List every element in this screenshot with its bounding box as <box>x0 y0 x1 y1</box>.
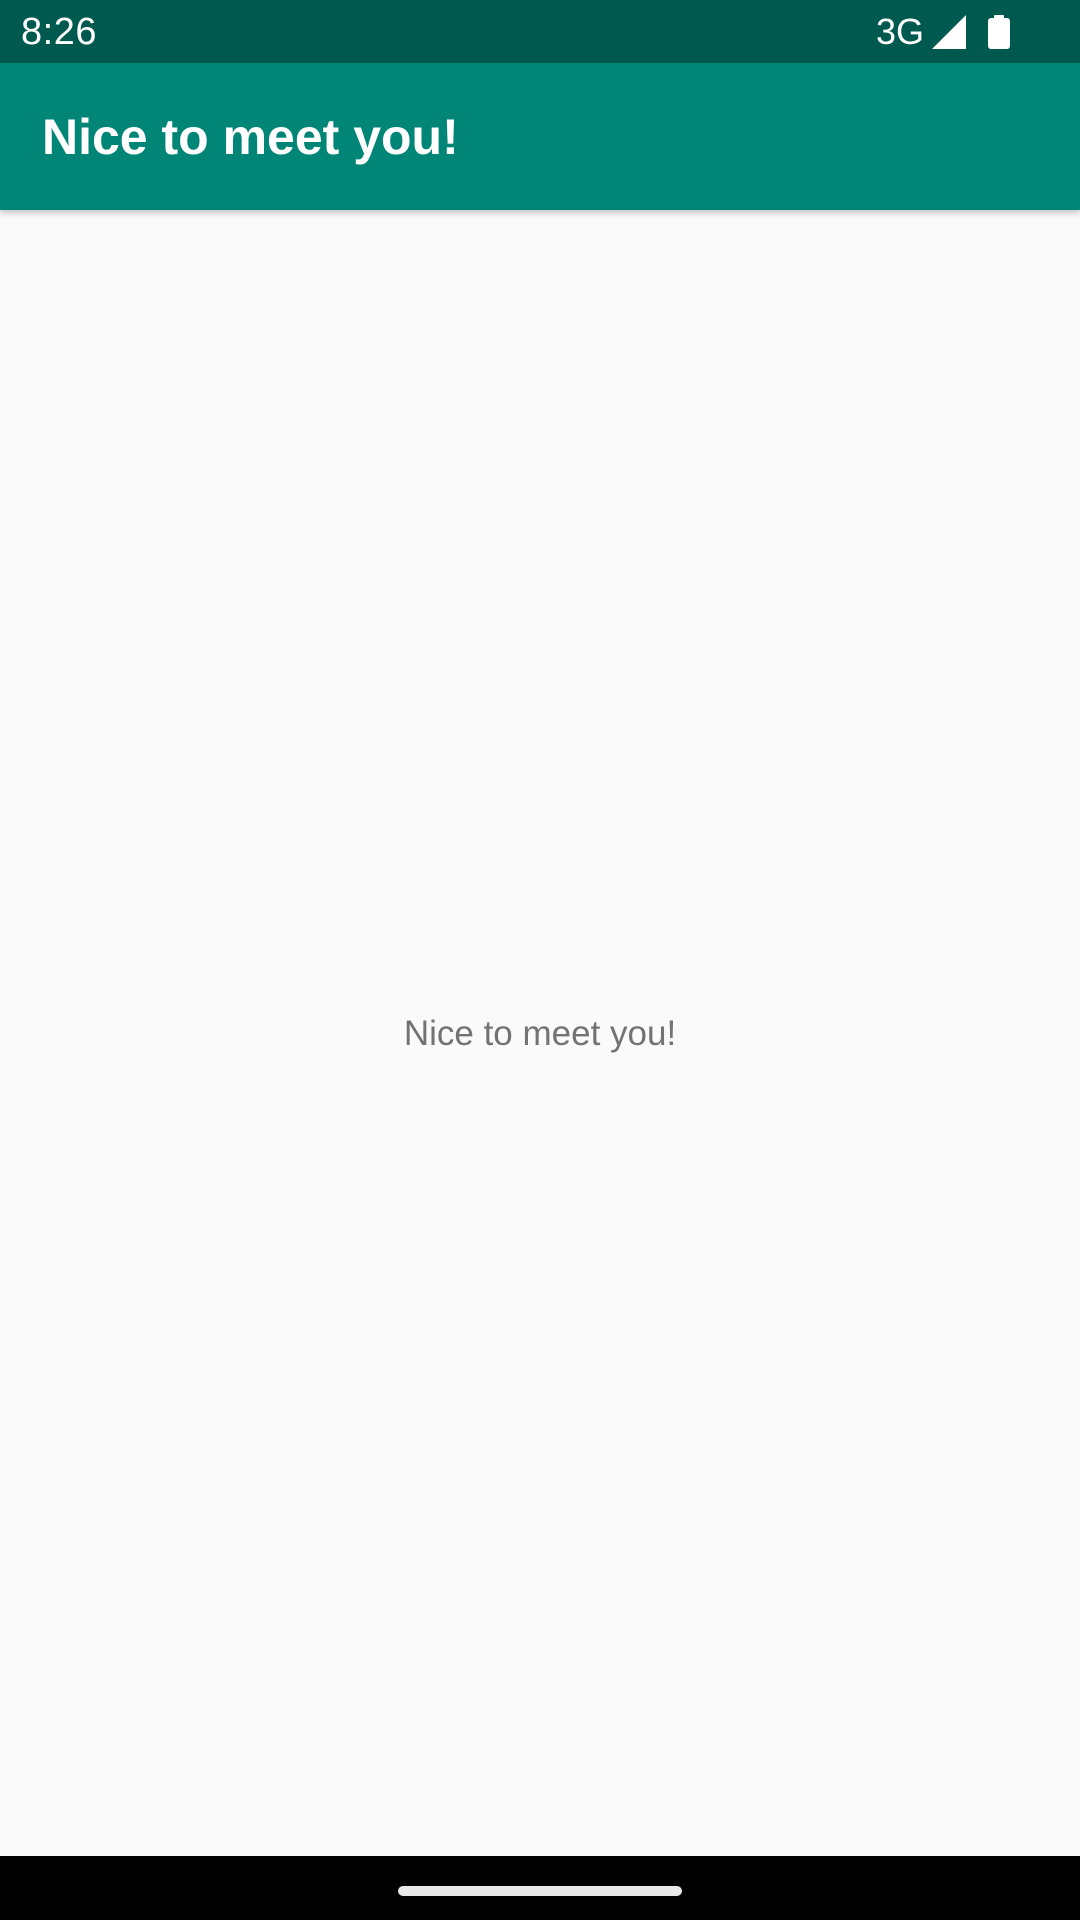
status-time: 8:26 <box>21 11 97 53</box>
network-type-label: 3G <box>875 11 924 52</box>
greeting-text: Nice to meet you! <box>403 1014 677 1053</box>
battery-icon <box>988 15 1010 49</box>
signal-icon <box>932 15 966 49</box>
main-content: Nice to meet you! <box>0 210 1080 1856</box>
app-screen: 8:26 3G Nice to meet you! Nice to meet y… <box>0 0 1080 1920</box>
app-bar-title: Nice to meet you! <box>42 109 459 165</box>
navigation-bar <box>0 1856 1080 1920</box>
status-indicators: 3G <box>876 10 1010 54</box>
home-gesture-handle[interactable] <box>398 1886 682 1896</box>
status-bar: 8:26 3G <box>0 0 1080 63</box>
app-bar: Nice to meet you! <box>0 63 1080 210</box>
